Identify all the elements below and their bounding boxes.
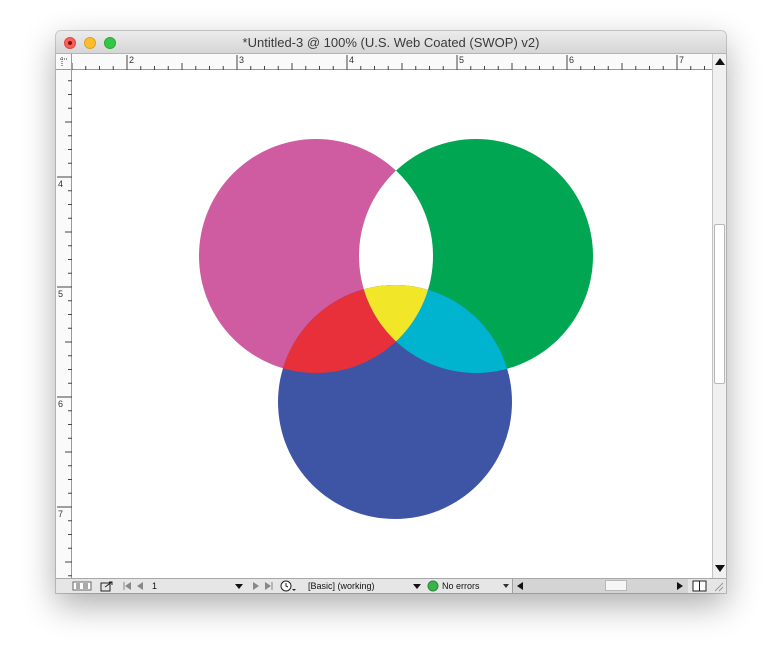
ruler-label-v: 5 <box>58 289 63 299</box>
ruler-origin[interactable] <box>56 54 72 70</box>
ruler-label-v: 6 <box>58 399 63 409</box>
scroll-down-icon[interactable] <box>715 565 725 572</box>
ruler-label-h: 2 <box>129 55 134 65</box>
page-menu-chevron-icon[interactable] <box>234 580 244 592</box>
prev-page-icon[interactable] <box>136 580 144 592</box>
last-page-icon[interactable] <box>264 580 274 592</box>
vertical-scrollbar[interactable] <box>712 54 726 578</box>
clock-icon[interactable] <box>280 580 298 592</box>
document-window: *Untitled-3 @ 100% (U.S. Web Coated (SWO… <box>56 31 726 593</box>
scroll-up-icon[interactable] <box>715 58 725 65</box>
ruler-label-h: 5 <box>459 55 464 65</box>
split-view-icon[interactable] <box>692 580 708 592</box>
document-canvas[interactable] <box>72 70 712 578</box>
vertical-ruler[interactable]: 4 5 6 7 <box>56 70 72 578</box>
horizontal-scroll-thumb[interactable] <box>605 580 627 591</box>
preflight-chevron-down-icon[interactable] <box>502 580 510 592</box>
preflight-profile-menu[interactable]: [Basic] (working) <box>308 580 408 592</box>
profile-chevron-down-icon[interactable] <box>412 580 422 592</box>
first-page-icon[interactable] <box>122 580 132 592</box>
title-bar[interactable]: *Untitled-3 @ 100% (U.S. Web Coated (SWO… <box>56 31 726 54</box>
view-mode-icon[interactable] <box>72 580 92 592</box>
horizontal-scrollbar[interactable] <box>512 578 688 593</box>
export-icon[interactable] <box>100 580 114 592</box>
preflight-status-text[interactable]: No errors <box>442 580 504 592</box>
ruler-label-h: 7 <box>679 55 684 65</box>
vertical-scroll-thumb[interactable] <box>714 224 725 384</box>
scroll-left-icon[interactable] <box>516 581 524 591</box>
next-page-icon[interactable] <box>252 580 260 592</box>
window-title: *Untitled-3 @ 100% (U.S. Web Coated (SWO… <box>242 35 540 50</box>
ruler-label-h: 6 <box>569 55 574 65</box>
preflight-status-dot-icon <box>427 580 439 592</box>
page-number-field[interactable]: 1 <box>152 580 236 592</box>
ruler-label-v: 4 <box>58 179 63 189</box>
resize-grip-icon[interactable] <box>712 580 724 592</box>
scroll-right-icon[interactable] <box>676 581 684 591</box>
ruler-label-v: 7 <box>58 509 63 519</box>
horizontal-ruler[interactable]: 2 3 4 5 6 7 <box>72 54 712 70</box>
ruler-label-h: 4 <box>349 55 354 65</box>
ruler-label-h: 3 <box>239 55 244 65</box>
